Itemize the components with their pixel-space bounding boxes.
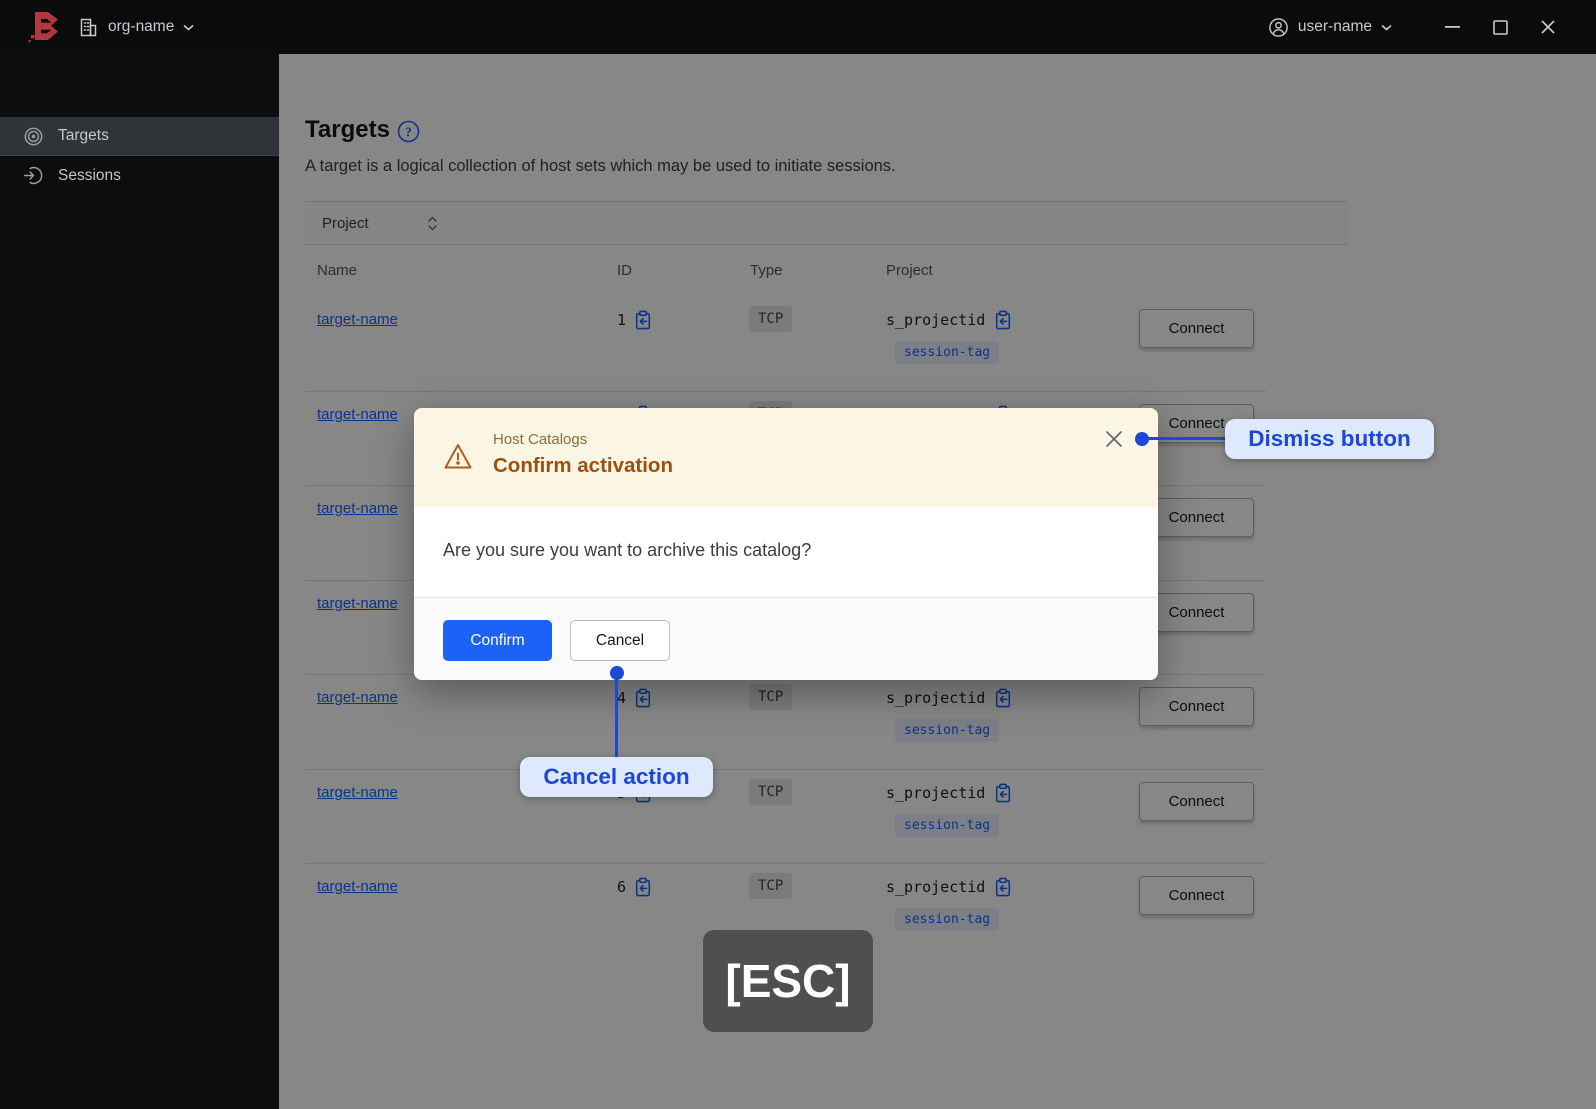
close-icon	[1106, 431, 1122, 447]
minimize-button[interactable]	[1428, 0, 1476, 54]
org-icon	[80, 18, 97, 36]
user-icon	[1269, 17, 1288, 37]
close-window-button[interactable]	[1524, 0, 1572, 54]
boundary-logo-icon	[28, 12, 58, 43]
chevron-down-icon	[1381, 24, 1392, 31]
esc-key-badge: [ESC]	[703, 930, 873, 1032]
sidebar: Targets Sessions	[0, 54, 279, 1109]
dialog-body: Are you sure you want to archive this ca…	[414, 507, 1158, 597]
chevron-down-icon	[183, 24, 194, 31]
maximize-button[interactable]	[1476, 0, 1524, 54]
target-icon	[24, 127, 43, 145]
dialog-dismiss-button[interactable]	[1104, 429, 1126, 451]
dialog-footer: Confirm Cancel	[414, 597, 1158, 680]
dialog-eyebrow: Host Catalogs	[493, 431, 588, 448]
close-window-icon	[1541, 20, 1555, 34]
dialog-message: Are you sure you want to archive this ca…	[443, 540, 812, 560]
dismiss-annotation-line	[1147, 437, 1229, 440]
user-menu[interactable]: user-name	[1268, 17, 1392, 38]
confirm-dialog: Host Catalogs Confirm activation Are you…	[414, 408, 1158, 680]
warning-icon	[444, 444, 472, 469]
sidebar-item-sessions[interactable]: Sessions	[0, 156, 279, 195]
app-window: org-name user-name Targets Sessions Targ…	[0, 0, 1596, 1109]
topbar: org-name user-name	[0, 0, 1596, 54]
sidebar-item-targets[interactable]: Targets	[0, 117, 279, 156]
dialog-header: Host Catalogs Confirm activation	[414, 408, 1158, 507]
sidebar-item-label: Targets	[58, 127, 109, 144]
maximize-icon	[1492, 19, 1508, 35]
minimize-icon	[1444, 25, 1460, 28]
dialog-title: Confirm activation	[493, 454, 673, 477]
dismiss-annotation-label: Dismiss button	[1225, 419, 1434, 459]
sidebar-item-label: Sessions	[58, 166, 121, 184]
boundary-logo-link[interactable]	[28, 11, 62, 43]
cancel-button[interactable]: Cancel	[570, 620, 670, 661]
sessions-icon	[23, 166, 43, 185]
cancel-annotation-label: Cancel action	[520, 757, 713, 797]
confirm-button[interactable]: Confirm	[443, 620, 552, 661]
org-name-label: org-name	[108, 18, 175, 35]
org-switcher[interactable]: org-name	[78, 12, 194, 42]
user-name-label: user-name	[1297, 18, 1372, 35]
cancel-annotation-line	[615, 678, 618, 758]
